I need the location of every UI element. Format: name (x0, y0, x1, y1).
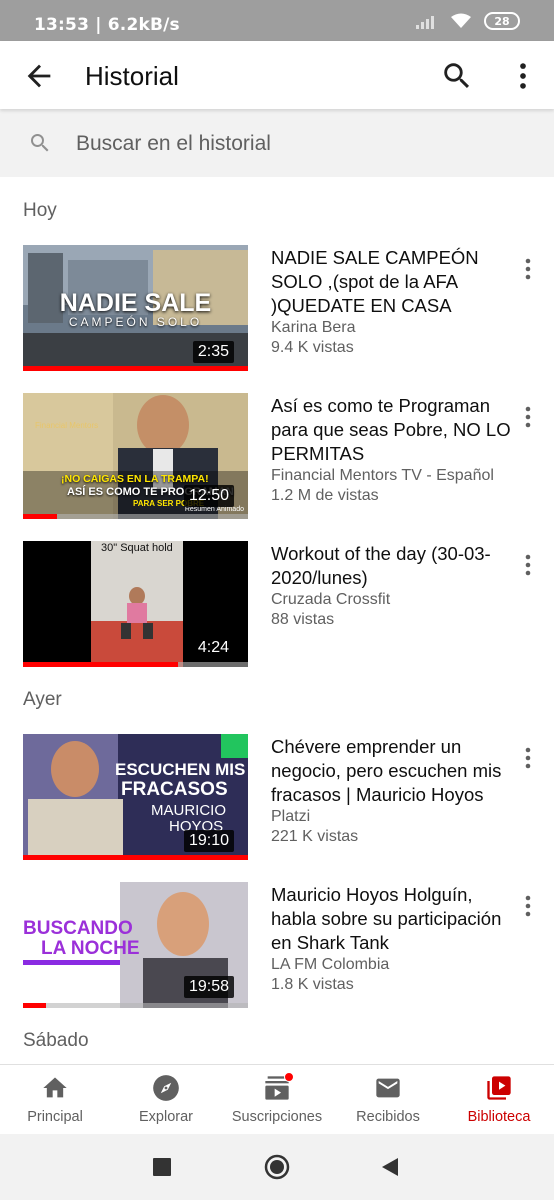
video-thumbnail[interactable]: NADIE SALE CAMPEÓN SOLO 2:35 (23, 245, 248, 371)
nav-item-suscripciones[interactable]: Suscripciones (222, 1065, 332, 1135)
watch-progress-track (23, 855, 248, 860)
video-views: 221 K vistas (271, 828, 359, 845)
more-vert-icon[interactable] (518, 744, 538, 772)
video-views: 88 vistas (271, 611, 335, 628)
watch-progress-track (23, 514, 248, 519)
bottom-navigation: Principal Explorar Suscripciones Recibid… (0, 1064, 554, 1134)
history-video-item[interactable]: ESCUCHEN MIS FRACASOS MAURICIO HOYOS 19:… (0, 734, 554, 862)
nav-item-recibidos[interactable]: Recibidos (333, 1065, 443, 1135)
nav-label: Biblioteca (467, 1109, 531, 1125)
status-icons: 28 (416, 12, 520, 30)
video-title: Mauricio Hoyos Holguín, habla sobre su p… (271, 884, 502, 953)
video-meta: NADIE SALE CAMPEÓN SOLO ,(spot de la AFA… (271, 246, 511, 358)
video-duration: 12:50 (183, 485, 234, 507)
search-input[interactable]: Buscar en el historial (76, 132, 271, 156)
video-title: NADIE SALE CAMPEÓN SOLO ,(spot de la AFA… (271, 247, 479, 316)
thumbnail-caption: 30" Squat hold (101, 542, 173, 554)
history-search-bar[interactable]: Buscar en el historial (0, 109, 554, 177)
search-icon (31, 134, 49, 152)
thumbnail-caption: BUSCANDO (23, 918, 133, 939)
thumbnail-subcaption: CAMPEÓN SOLO (68, 315, 203, 329)
page-title: Historial (85, 61, 179, 91)
thumbnail-caption: LA NOCHE (41, 938, 140, 959)
notification-dot (284, 1072, 294, 1082)
video-channel: Financial Mentors TV - Español (271, 467, 494, 484)
thumbnail-caption: ESCUCHEN MIS (115, 760, 246, 779)
video-title: Así es como te Programan para que seas P… (271, 395, 511, 464)
video-meta: Workout of the day (30-03-2020/lunes) Cr… (271, 542, 511, 630)
video-duration: 19:10 (183, 830, 234, 852)
more-vert-icon[interactable] (518, 403, 538, 431)
nav-item-biblioteca[interactable]: Biblioteca (444, 1065, 554, 1135)
back-button-icon[interactable] (380, 1157, 400, 1177)
more-vert-icon[interactable] (506, 59, 540, 93)
video-views: 1.2 M de vistas (271, 487, 379, 504)
more-vert-icon[interactable] (518, 255, 538, 283)
thumbnail-caption: ¡NO CAIGAS EN LA TRAMPA! (61, 473, 209, 485)
history-video-item[interactable]: NADIE SALE CAMPEÓN SOLO 2:35 NADIE SALE … (0, 245, 554, 373)
watch-progress-track (23, 662, 248, 667)
thumbnail-caption: NADIE SALE (59, 289, 212, 317)
nav-label: Explorar (139, 1109, 193, 1125)
recents-icon[interactable] (153, 1158, 171, 1176)
watch-progress (23, 855, 248, 860)
nav-label: Recibidos (356, 1109, 420, 1125)
video-meta: Mauricio Hoyos Holguín, habla sobre su p… (271, 883, 511, 995)
nav-item-explorar[interactable]: Explorar (111, 1065, 221, 1135)
video-duration: 4:24 (192, 637, 234, 659)
app-bar: Historial (0, 41, 554, 109)
wifi-icon (451, 13, 471, 28)
arrow-back-icon[interactable] (22, 59, 56, 93)
section-header-today: Hoy (23, 200, 57, 221)
thumbnail-tag: Resumen Animado (184, 506, 244, 513)
video-views: 9.4 K vistas (271, 339, 354, 356)
library-icon (487, 1076, 511, 1100)
nav-item-principal[interactable]: Principal (0, 1065, 110, 1135)
video-meta: Chévere emprender un negocio, pero escuc… (271, 735, 511, 847)
mail-icon (376, 1078, 400, 1098)
watch-progress-track (23, 1003, 248, 1008)
thumbnail-logo-text: Financial Mentors (35, 421, 99, 430)
more-vert-icon[interactable] (518, 892, 538, 920)
video-title: Workout of the day (30-03-2020/lunes) (271, 543, 491, 588)
battery-icon: 28 (484, 12, 520, 30)
video-channel: LA FM Colombia (271, 956, 390, 973)
system-navigation-bar (0, 1134, 554, 1200)
video-thumbnail[interactable]: 30" Squat hold 4:24 (23, 541, 248, 667)
video-channel: Platzi (271, 808, 311, 825)
video-meta: Así es como te Programan para que seas P… (271, 394, 511, 506)
thumbnail-subcaption: MAURICIO (151, 802, 226, 819)
watch-progress-track (23, 366, 248, 371)
video-thumbnail[interactable]: BUSCANDO LA NOCHE 19:58 (23, 882, 248, 1008)
video-title: Chévere emprender un negocio, pero escuc… (271, 736, 502, 805)
video-duration: 19:58 (183, 976, 234, 998)
watch-progress (23, 514, 57, 519)
signal-icon (416, 16, 434, 29)
nav-label: Suscripciones (231, 1109, 323, 1125)
section-header-saturday: Sábado (23, 1030, 89, 1051)
home-button-icon[interactable] (264, 1154, 290, 1180)
video-channel: Cruzada Crossfit (271, 591, 391, 608)
watch-progress (23, 662, 179, 667)
section-header-yesterday: Ayer (23, 689, 62, 710)
watch-progress (23, 1003, 46, 1008)
video-channel: Karina Bera (271, 319, 356, 336)
status-time: 13:53 | 6.2kB/s (34, 15, 180, 35)
history-video-item[interactable]: Financial Mentors ¡NO CAIGAS EN LA TRAMP… (0, 393, 554, 521)
video-views: 1.8 K vistas (271, 976, 354, 993)
history-video-item[interactable]: 30" Squat hold 4:24 Workout of the day (… (0, 541, 554, 669)
search-icon[interactable] (440, 59, 474, 93)
explore-icon (153, 1075, 179, 1101)
history-video-item[interactable]: BUSCANDO LA NOCHE 19:58 Mauricio Hoyos H… (0, 882, 554, 1010)
video-thumbnail[interactable]: Financial Mentors ¡NO CAIGAS EN LA TRAMP… (23, 393, 248, 519)
video-thumbnail[interactable]: ESCUCHEN MIS FRACASOS MAURICIO HOYOS 19:… (23, 734, 248, 860)
video-duration: 2:35 (192, 341, 234, 363)
more-vert-icon[interactable] (518, 551, 538, 579)
watch-progress (23, 366, 248, 371)
status-bar: 13:53 | 6.2kB/s 28 (0, 0, 554, 41)
thumbnail-caption: FRACASOS (121, 779, 228, 800)
nav-label: Principal (27, 1109, 83, 1125)
home-icon (43, 1077, 67, 1098)
